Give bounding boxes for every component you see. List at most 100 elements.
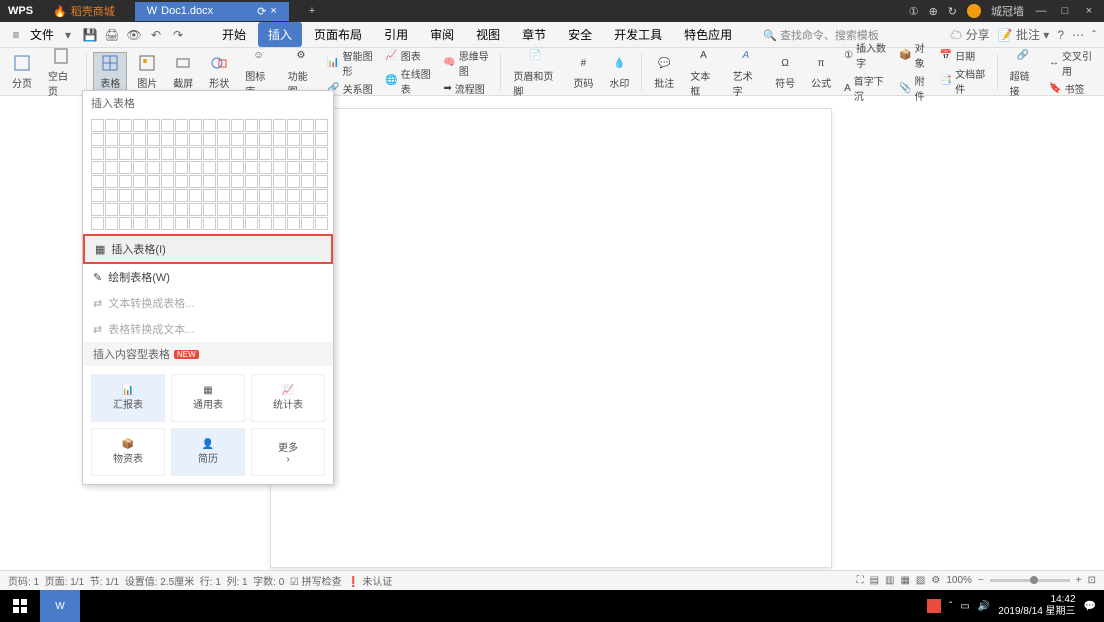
ribbon-wordart[interactable]: A艺术字 [727,46,765,98]
grid-cell[interactable] [175,217,188,230]
tray-sogou-icon[interactable] [927,599,941,613]
tray-notification-icon[interactable]: 💬 [1084,601,1096,612]
grid-cell[interactable] [91,147,104,160]
grid-cell[interactable] [175,203,188,216]
grid-cell[interactable] [301,189,314,202]
grid-cell[interactable] [105,189,118,202]
grid-cell[interactable] [161,119,174,132]
grid-cell[interactable] [91,161,104,174]
tab-special[interactable]: 特色应用 [674,22,742,47]
template-asset[interactable]: 📦物资表 [91,428,165,476]
grid-cell[interactable] [245,119,258,132]
template-resume[interactable]: 👤简历 [171,428,245,476]
grid-cell[interactable] [175,119,188,132]
grid-cell[interactable] [231,217,244,230]
grid-cell[interactable] [175,189,188,202]
sync-icon[interactable]: ↻ [948,5,957,18]
grid-cell[interactable] [273,175,286,188]
grid-cell[interactable] [91,203,104,216]
grid-cell[interactable] [133,175,146,188]
tab-chapter[interactable]: 章节 [512,22,556,47]
grid-cell[interactable] [231,175,244,188]
grid-cell[interactable] [105,175,118,188]
view-mode2-icon[interactable]: ▥ [885,575,894,586]
grid-cell[interactable] [133,217,146,230]
grid-cell[interactable] [273,133,286,146]
ribbon-blank-page[interactable]: 空白页 [42,46,80,98]
grid-cell[interactable] [315,175,328,188]
grid-cell[interactable] [161,147,174,160]
grid-cell[interactable] [161,189,174,202]
close-tab-icon[interactable]: × [270,5,276,17]
template-report[interactable]: 📊汇报表 [91,374,165,422]
grid-cell[interactable] [105,217,118,230]
ribbon-drop-cap[interactable]: A 首字下沉 [841,72,892,104]
grid-cell[interactable] [105,147,118,160]
status-col[interactable]: 列: 1 [226,573,247,588]
ribbon-watermark[interactable]: 💧水印 [603,53,635,90]
tray-overflow-icon[interactable]: ˆ [949,601,952,612]
grid-cell[interactable] [133,119,146,132]
dropdown-icon[interactable]: ▾ [60,27,76,43]
grid-cell[interactable] [189,217,202,230]
grid-cell[interactable] [259,147,272,160]
status-pages[interactable]: 页面: 1/1 [45,573,84,588]
grid-cell[interactable] [301,147,314,160]
ribbon-equation[interactable]: π公式 [805,53,837,90]
grid-cell[interactable] [189,189,202,202]
annotation-button[interactable]: 📝 批注 ▾ [998,26,1050,43]
tab-review[interactable]: 审阅 [420,22,464,47]
ribbon-object[interactable]: 📦 对象 [896,39,933,71]
view-mode4-icon[interactable]: ▧ [916,575,925,586]
grid-cell[interactable] [189,133,202,146]
grid-cell[interactable] [231,133,244,146]
grid-cell[interactable] [119,147,132,160]
grid-cell[interactable] [273,189,286,202]
tray-volume-icon[interactable]: 🔊 [978,601,990,612]
grid-cell[interactable] [91,119,104,132]
collapse-icon[interactable]: ˆ [1092,28,1096,42]
grid-cell[interactable] [287,203,300,216]
print-icon[interactable]: 🖨 [104,27,120,43]
grid-cell[interactable] [259,189,272,202]
grid-cell[interactable] [315,161,328,174]
ribbon-page-break[interactable]: 分页 [6,53,38,90]
grid-cell[interactable] [315,133,328,146]
ribbon-bookmark[interactable]: 🔖 书签 [1046,80,1098,97]
grid-cell[interactable] [203,203,216,216]
grid-cell[interactable] [147,147,160,160]
grid-cell[interactable] [119,133,132,146]
ribbon-hyperlink[interactable]: 🔗超链接 [1004,46,1042,98]
grid-cell[interactable] [245,175,258,188]
view-settings-icon[interactable]: ⚙ [931,575,940,586]
ribbon-comment[interactable]: 💬批注 [648,53,680,90]
close-button[interactable]: × [1082,4,1096,18]
maximize-button[interactable]: □ [1058,4,1072,18]
grid-cell[interactable] [259,175,272,188]
tab-insert[interactable]: 插入 [258,22,302,47]
grid-cell[interactable] [301,175,314,188]
undo-icon[interactable]: ↶ [148,27,164,43]
grid-cell[interactable] [301,119,314,132]
grid-cell[interactable] [147,119,160,132]
refresh-icon[interactable]: ⟳ [257,5,266,18]
ribbon-online-chart[interactable]: 🌐 在线图表 [382,65,436,97]
grid-cell[interactable] [203,217,216,230]
grid-cell[interactable] [301,161,314,174]
grid-cell[interactable] [245,203,258,216]
ribbon-picture[interactable]: 图片 [131,53,163,90]
grid-cell[interactable] [133,189,146,202]
grid-cell[interactable] [147,133,160,146]
template-stats[interactable]: 📈统计表 [251,374,325,422]
tab-document[interactable]: W Doc1.docx ⟳ × [135,2,289,21]
ribbon-doc-parts[interactable]: 📑 文档部件 [937,65,991,97]
ribbon-date[interactable]: 📅 日期 [937,47,991,64]
tab-security[interactable]: 安全 [558,22,602,47]
table-grid-picker[interactable] [83,115,333,234]
ribbon-chart[interactable]: 📈 图表 [382,47,436,64]
ribbon-page-num[interactable]: #页码 [567,53,599,90]
share-button[interactable]: ☁ 分享 [950,26,989,43]
grid-cell[interactable] [161,217,174,230]
grid-cell[interactable] [119,119,132,132]
grid-cell[interactable] [189,175,202,188]
